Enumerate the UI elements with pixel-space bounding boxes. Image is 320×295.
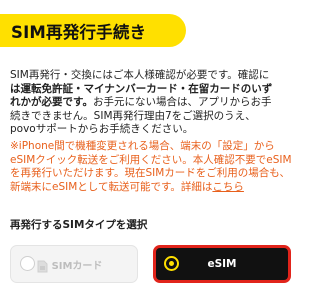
page-title: SIM再発行手続き bbox=[11, 22, 147, 42]
esim-radio[interactable] bbox=[164, 256, 179, 271]
details-link[interactable]: こちら bbox=[212, 181, 244, 193]
intro-line-1: SIM再発行・交換にはご本人様確認が必要です。確認に bbox=[10, 69, 270, 81]
esim-label: eSIM bbox=[207, 258, 237, 270]
sim-card-radio[interactable] bbox=[20, 256, 35, 271]
sim-type-label: 再発行するSIMタイプを選択 bbox=[10, 219, 148, 231]
intro-line-3-rest: お手元にない場合は、アプリからお手 bbox=[92, 96, 272, 109]
esim-option[interactable]: eSIM bbox=[153, 245, 291, 283]
page-header: SIM再発行手続き bbox=[0, 14, 186, 47]
intro-paragraph: SIM再発行・交換にはご本人様確認が必要です。確認に は運転免許証・マイナンバー… bbox=[10, 69, 294, 137]
sim-card-option[interactable]: SIMカード bbox=[10, 245, 138, 283]
intro-line-3-bold: れかが必要です。 bbox=[10, 96, 93, 109]
intro-line-2: は運転免許証・マイナンバーカード・在留カードのいず bbox=[10, 82, 273, 95]
sim-card-label: SIMカード bbox=[51, 260, 103, 272]
intro-line-5: povoサポートからお手続きください。 bbox=[10, 123, 194, 136]
iphone-transfer-note: ※iPhone間で機種変更される場合、端末の「設定」からeSIMクイック転送をご… bbox=[10, 140, 294, 194]
sim-card-icon bbox=[37, 258, 48, 277]
intro-line-4: 続きできません。SIM再発行理由7をご選択のうえ、 bbox=[10, 109, 256, 122]
note-text: ※iPhone間で機種変更される場合、端末の「設定」からeSIMクイック転送をご… bbox=[10, 140, 292, 193]
